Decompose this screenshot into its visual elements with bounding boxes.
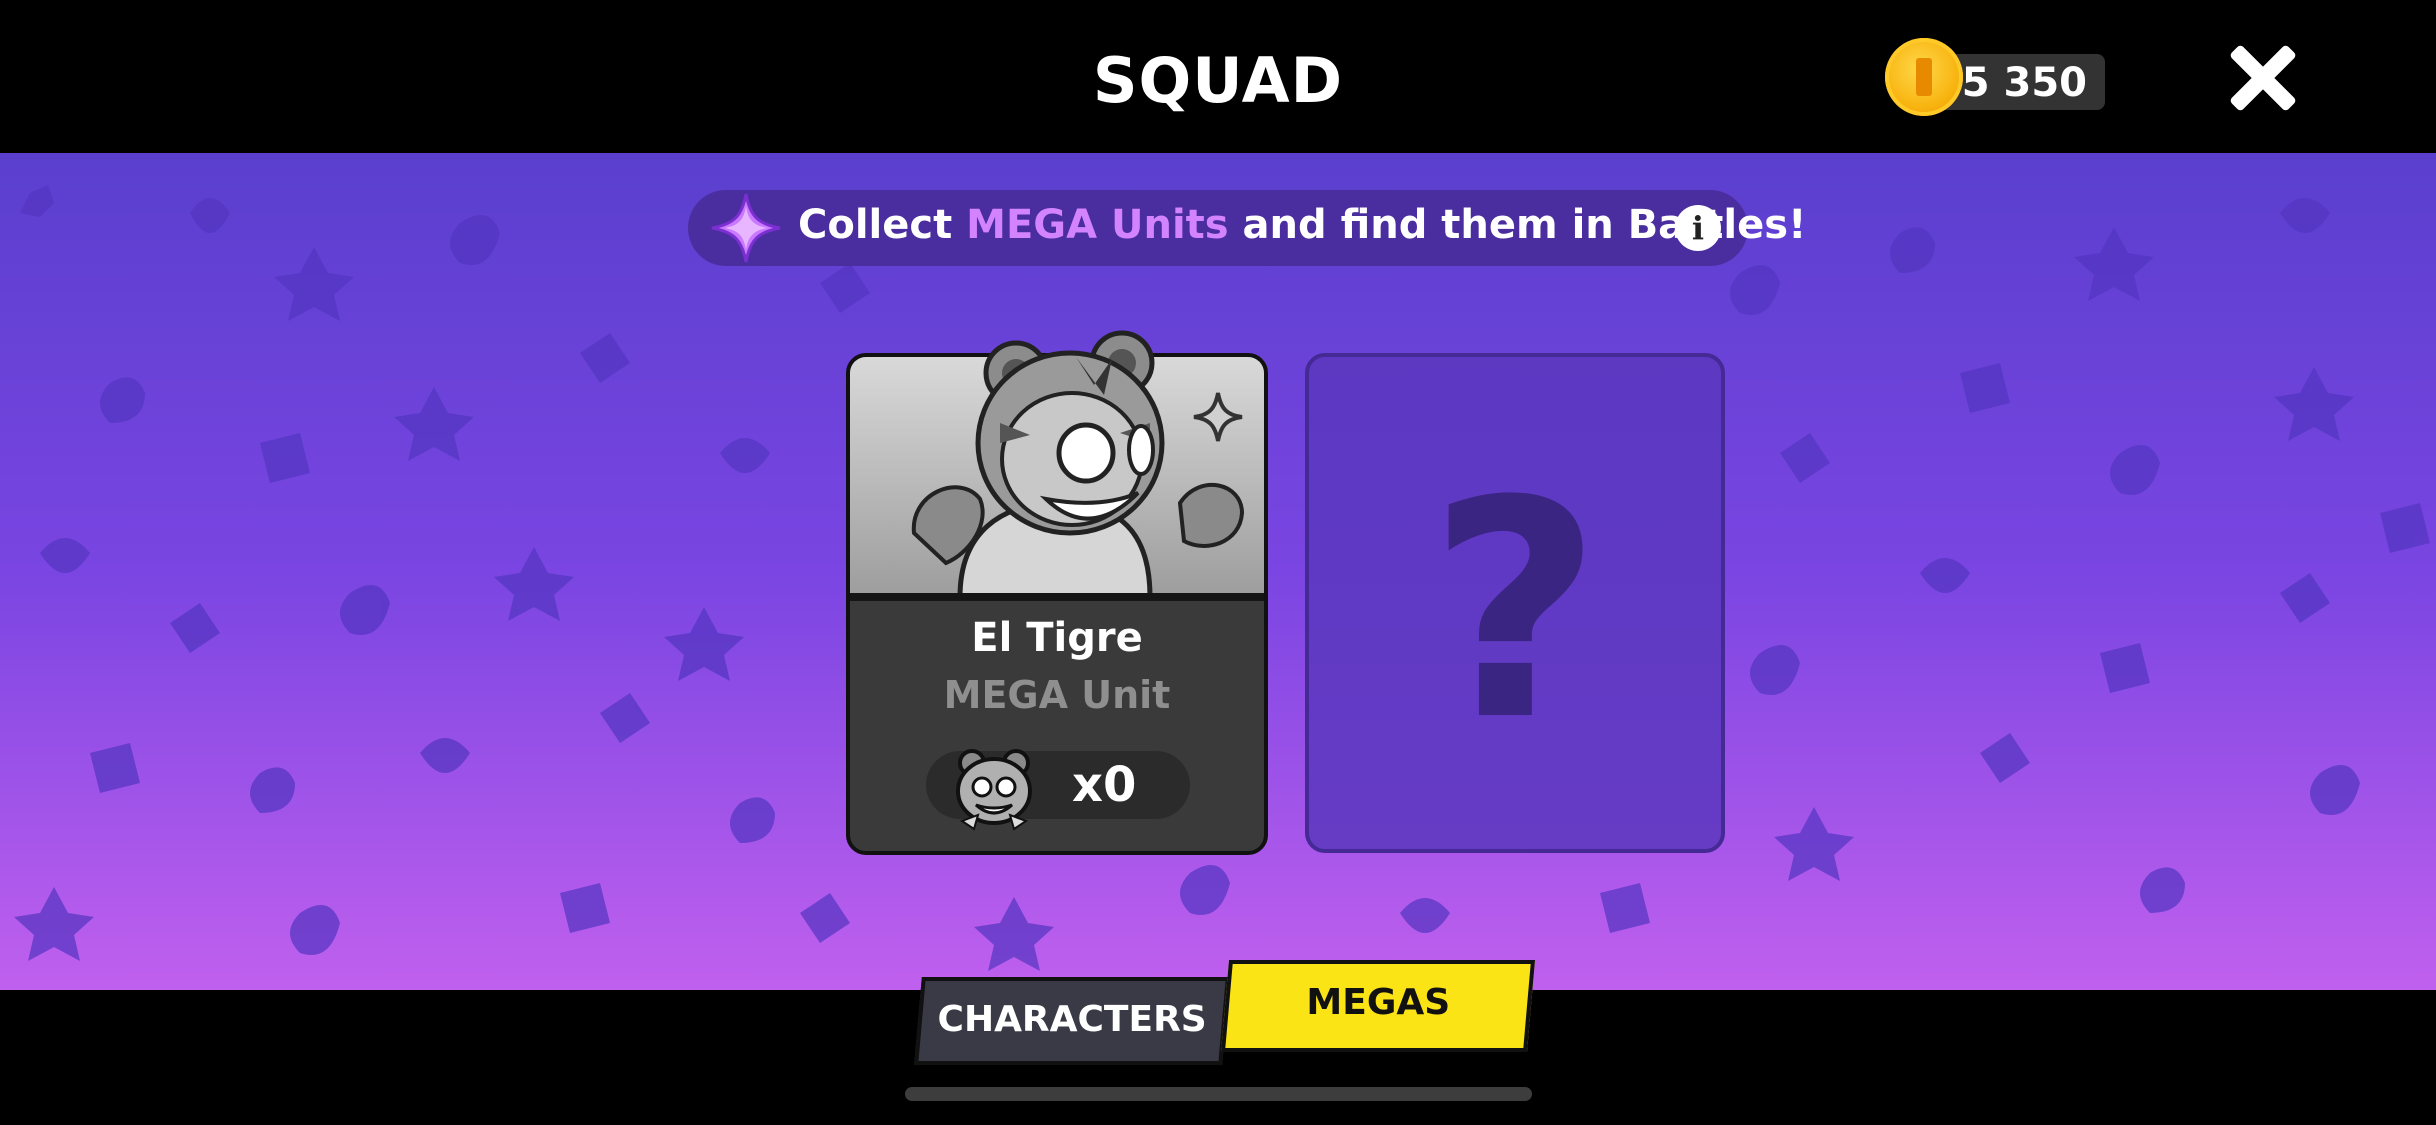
tab-megas-label: MEGAS [1306, 982, 1451, 1023]
el-tigre-portrait [911, 330, 1245, 597]
banner-highlight: MEGA Units [966, 202, 1229, 248]
el-tigre-head-icon [956, 749, 1032, 831]
tab-characters-label: CHARACTERS [937, 999, 1207, 1040]
locked-mega-card[interactable]: ? [1305, 353, 1725, 853]
squad-panel: Collect MEGA Units and find them in Batt… [0, 153, 2436, 990]
banner-text: Collect MEGA Units and find them in Batt… [798, 202, 1806, 248]
card-art [850, 330, 1264, 597]
card-divider [850, 593, 1264, 601]
coin-counter[interactable]: 5 350 [1885, 38, 2145, 118]
coin-icon [1885, 38, 1963, 116]
question-mark-icon: ? [1427, 437, 1603, 786]
top-bar: SQUAD 5 350 [0, 0, 2436, 153]
home-indicator[interactable] [905, 1087, 1532, 1101]
card-type: MEGA Unit [943, 673, 1171, 717]
unit-count-value: x0 [1072, 757, 1137, 813]
card-name: El Tigre [971, 615, 1143, 661]
mega-units-banner: Collect MEGA Units and find them in Batt… [688, 190, 1806, 266]
tab-megas[interactable]: MEGAS [1220, 960, 1536, 1052]
mega-card-el-tigre[interactable]: El Tigre MEGA Unit x0 [846, 330, 1268, 855]
banner-text-before: Collect [798, 202, 967, 248]
mega-gem-icon [711, 193, 781, 263]
unit-count: x0 [926, 749, 1190, 831]
tab-characters[interactable]: CHARACTERS [914, 977, 1230, 1065]
info-icon[interactable]: i [1675, 205, 1721, 251]
close-button[interactable] [2225, 40, 2301, 116]
coin-amount: 5 350 [1961, 60, 2087, 106]
